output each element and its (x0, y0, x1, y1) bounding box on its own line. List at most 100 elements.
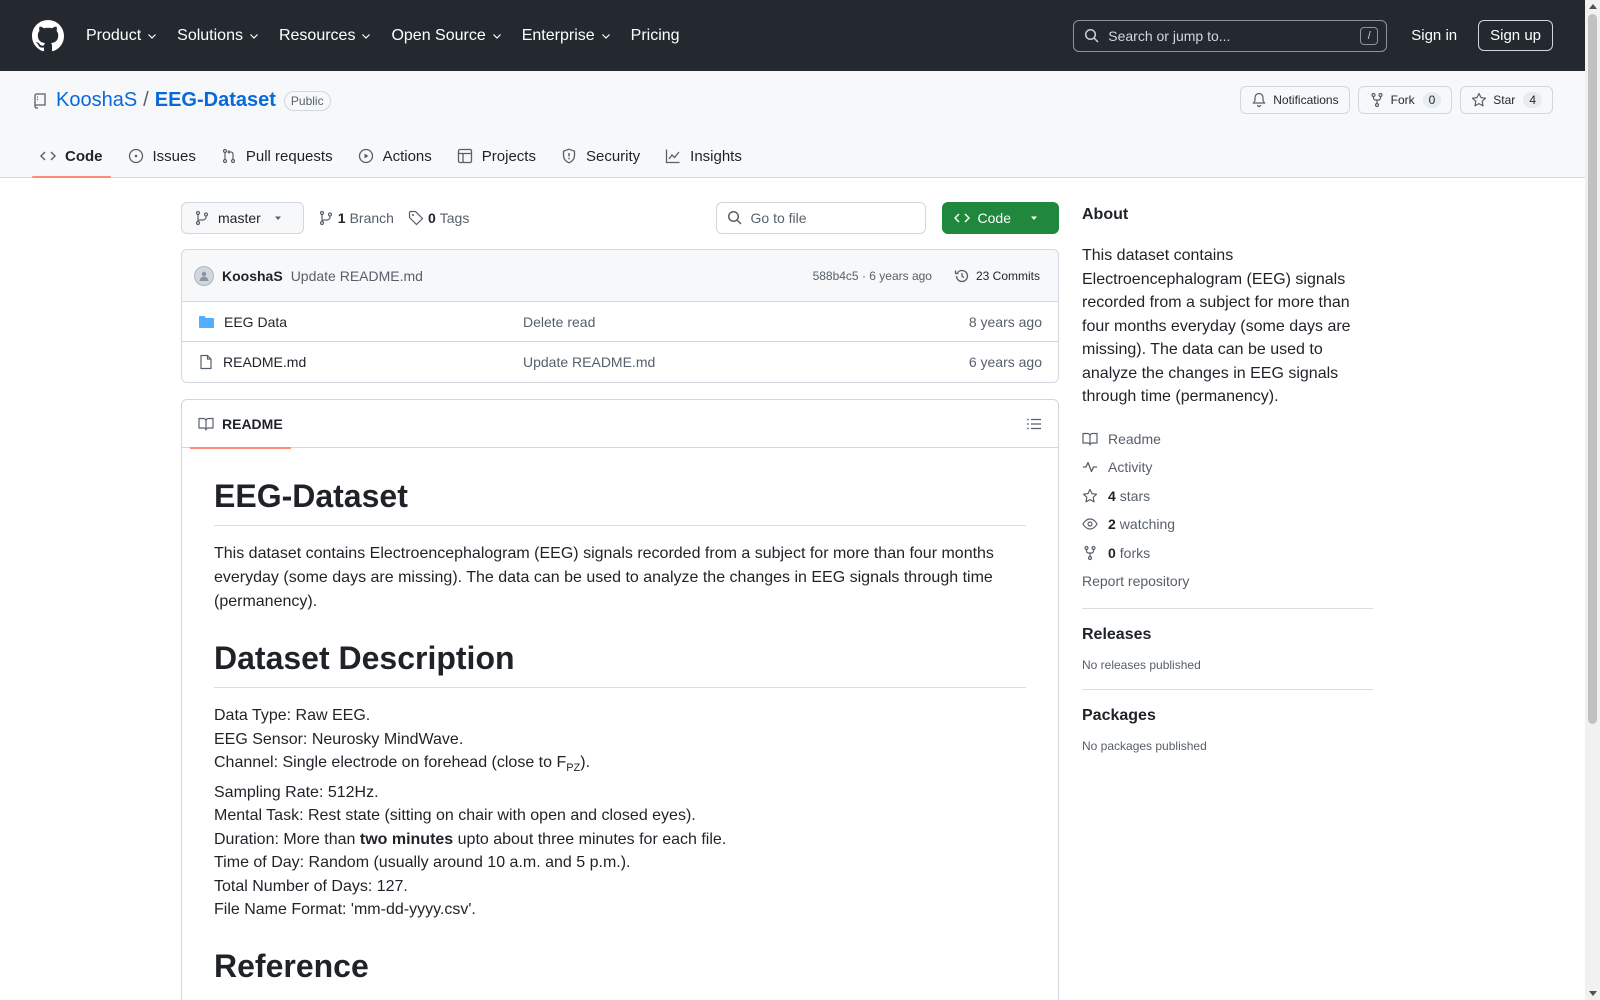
scroll-down-arrow-icon[interactable] (1589, 991, 1597, 996)
file-toolbar: master 1 Branch 0 Tags Go to file Code (181, 202, 1059, 234)
commit-message[interactable]: Update README.md (291, 268, 423, 284)
file-commit-time: 6 years ago (968, 354, 1042, 370)
fork-button[interactable]: Fork 0 (1357, 86, 1453, 114)
outline-button[interactable] (1026, 416, 1042, 432)
search-icon (727, 210, 742, 225)
list-unordered-icon (1027, 418, 1041, 429)
nav-resources[interactable]: Resources (279, 27, 372, 45)
nav-label: Resources (278, 26, 356, 44)
global-header: Product Solutions Resources Open Source … (0, 0, 1585, 71)
packages-title[interactable]: Packages (1082, 707, 1373, 725)
readme-tab[interactable]: README (190, 400, 291, 449)
notifications-button[interactable]: Notifications (1240, 86, 1350, 114)
nav-solutions[interactable]: Solutions (177, 27, 260, 45)
header-actions: Search or jump to... / Sign in Sign up (1073, 19, 1553, 52)
repo-separator: / (143, 89, 149, 111)
channel-subscript: PZ (566, 762, 581, 775)
notifications-label: Notifications (1273, 93, 1339, 107)
readme-link[interactable]: Readme (1082, 425, 1373, 454)
github-logo-icon[interactable] (32, 19, 64, 52)
nav-label: Solutions (177, 26, 243, 44)
stars-count: 4 (1108, 487, 1116, 504)
branch-count: 1 (337, 210, 346, 226)
fork-icon (1371, 92, 1383, 108)
code-dropdown-button[interactable]: Code (941, 202, 1059, 234)
star-button[interactable]: Star 4 (1460, 86, 1553, 114)
file-name-cell: README.md (198, 354, 523, 370)
duration-text-end: upto about three minutes for each file. (453, 830, 727, 848)
readme-title: EEG-Dataset (214, 478, 1026, 526)
branches-link[interactable]: 1 Branch (318, 210, 394, 226)
scrollbar-thumb[interactable] (1588, 14, 1597, 724)
tab-label: Insights (690, 147, 742, 165)
go-to-file-input[interactable]: Go to file (715, 202, 926, 234)
tab-security[interactable]: Security (553, 134, 648, 178)
repo-title: KooshaS / EEG-Dataset Public (32, 89, 331, 112)
file-link[interactable]: EEG Data (224, 314, 287, 330)
file-link[interactable]: README.md (223, 354, 306, 370)
forks-link[interactable]: 0 forks (1082, 539, 1373, 568)
branch-selector[interactable]: master (181, 202, 304, 234)
commits-history-link[interactable]: 23 Commits (948, 268, 1046, 284)
scroll-up-arrow-icon[interactable] (1589, 4, 1597, 9)
file-commit-message[interactable]: Delete read (523, 314, 969, 330)
user-icon (199, 271, 209, 281)
commit-hash-time[interactable]: 588b4c5 · 6 years ago (813, 269, 932, 283)
tags-link[interactable]: 0 Tags (408, 210, 469, 226)
sign-up-button[interactable]: Sign up (1478, 20, 1553, 51)
tab-code[interactable]: Code (32, 134, 111, 178)
duration-text: Duration: More than (214, 830, 360, 848)
nav-enterprise[interactable]: Enterprise (522, 27, 612, 45)
tab-projects[interactable]: Projects (449, 134, 544, 178)
caret-down-icon (1031, 216, 1037, 220)
file-commit-time: 8 years ago (968, 313, 1042, 330)
sign-in-link[interactable]: Sign in (1411, 27, 1457, 44)
nav-label: Pricing (630, 26, 680, 44)
stars-link[interactable]: 4 stars (1082, 482, 1373, 511)
table-row: EEG Data Delete read 8 years ago (182, 302, 1058, 342)
chevron-down-icon (250, 33, 258, 39)
file-icon (200, 354, 212, 370)
star-icon (1472, 92, 1487, 107)
graph-icon (666, 149, 680, 164)
page-scrollbar[interactable] (1585, 0, 1600, 1000)
search-shortcut-key: / (1360, 26, 1379, 45)
forks-count: 0 (1108, 544, 1116, 561)
star-icon (1082, 488, 1098, 503)
tag-icon (408, 210, 424, 226)
report-repository-link[interactable]: Report repository (1082, 567, 1373, 595)
readme-link-label: Readme (1108, 430, 1161, 447)
main-content: master 1 Branch 0 Tags Go to file Code K… (181, 202, 1059, 1000)
channel-text-end: ). (580, 754, 591, 771)
releases-title[interactable]: Releases (1082, 626, 1373, 644)
activity-link[interactable]: Activity (1082, 453, 1373, 482)
shield-icon (562, 148, 576, 164)
nav-pricing[interactable]: Pricing (631, 27, 680, 45)
caret-down-icon (274, 216, 281, 220)
commits-count: 23 Commits (975, 268, 1040, 283)
star-count: 4 (1523, 92, 1542, 108)
tab-label: Projects (481, 147, 536, 165)
avatar[interactable] (194, 265, 214, 286)
fork-count: 0 (1422, 92, 1442, 108)
tab-insights[interactable]: Insights (657, 134, 750, 178)
commit-author[interactable]: KooshaS (222, 268, 283, 284)
watching-link[interactable]: 2 watching (1082, 510, 1373, 539)
branch-name: master (218, 210, 261, 226)
tab-actions[interactable]: Actions (350, 134, 440, 178)
table-icon (457, 148, 472, 164)
tab-issues[interactable]: Issues (120, 134, 204, 178)
repo-owner-link[interactable]: KooshaS (56, 89, 137, 112)
nav-open-source[interactable]: Open Source (391, 27, 502, 45)
search-input[interactable]: Search or jump to... / (1073, 19, 1388, 52)
latest-commit-bar: KooshaS Update README.md 588b4c5 · 6 yea… (182, 250, 1058, 302)
tab-pull-requests[interactable]: Pull requests (213, 134, 341, 178)
line-days: Total Number of Days: 127. (214, 877, 408, 895)
book-icon (198, 417, 214, 431)
nav-product[interactable]: Product (86, 27, 158, 45)
watching-count: 2 (1108, 516, 1116, 533)
file-commit-message[interactable]: Update README.md (523, 354, 969, 370)
repo-name-link[interactable]: EEG-Dataset (155, 89, 276, 112)
chevron-down-icon (601, 33, 610, 39)
go-to-file-placeholder: Go to file (750, 210, 807, 226)
